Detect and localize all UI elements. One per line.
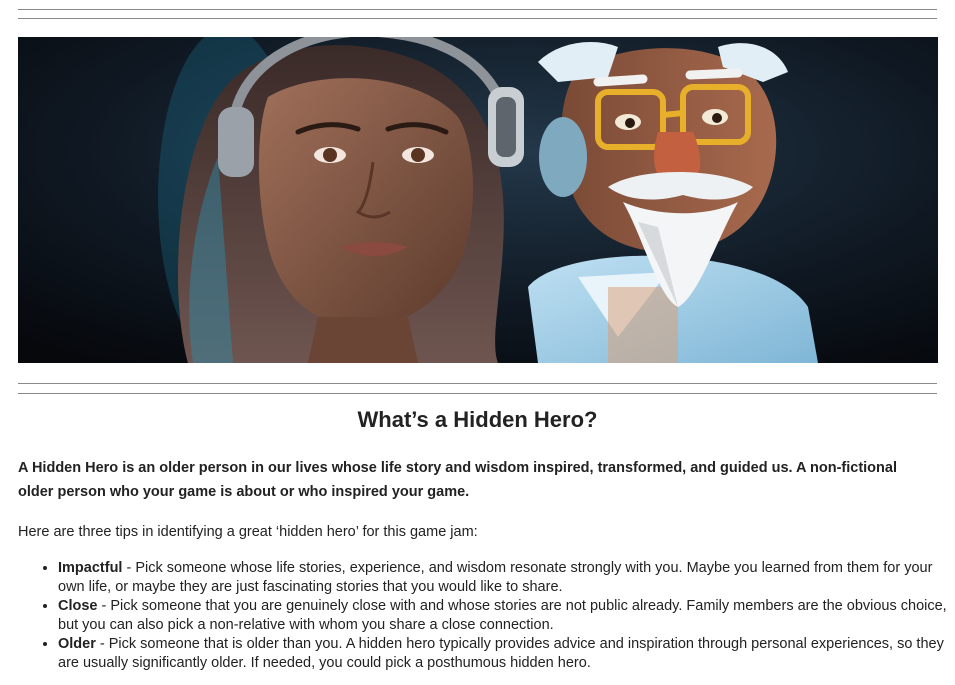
tip-text: - Pick someone that you are genuinely cl… [58,598,947,633]
middle-divider-2 [18,393,937,394]
banner-illustration [18,37,938,363]
tip-text: - Pick someone whose life stories, exper… [58,560,933,595]
tip-item-impactful: Impactful - Pick someone whose life stor… [58,559,955,597]
tip-item-older: Older - Pick someone that is older than … [58,635,955,673]
middle-divider-1 [18,383,937,384]
intro-paragraph: A Hidden Hero is an older person in our … [18,460,897,500]
tips-lead-paragraph: Here are three tips in identifying a gre… [18,524,478,540]
tip-term: Close [58,598,98,614]
top-divider-2 [18,18,937,19]
tip-item-close: Close - Pick someone that you are genuin… [58,597,955,635]
tip-term: Older [58,636,96,652]
section-title: What’s a Hidden Hero? [357,407,598,432]
hero-banner-image [18,37,938,363]
tip-text: - Pick someone that is older than you. A… [58,636,944,671]
tips-list: Impactful - Pick someone whose life stor… [18,559,955,673]
tip-term: Impactful [58,560,123,576]
top-divider-1 [18,9,937,10]
